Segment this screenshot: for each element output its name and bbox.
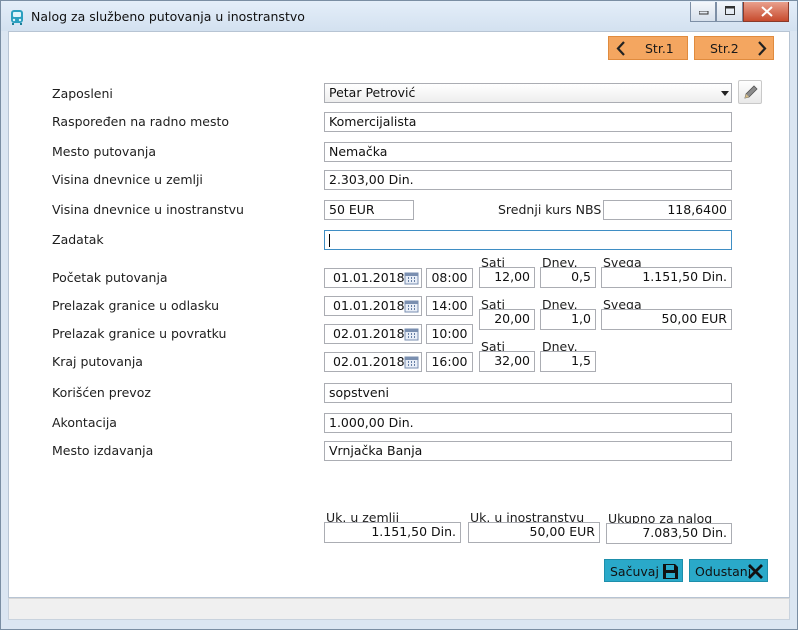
mesto-putovanja-label: Mesto putovanja xyxy=(52,144,157,159)
odlazak-date-field[interactable]: 01.01.2018 xyxy=(324,296,422,316)
calendar-icon[interactable] xyxy=(404,355,420,369)
mesto-izdavanja-label: Mesto izdavanja xyxy=(52,443,154,458)
kurs-label: Srednji kurs NBS xyxy=(498,202,602,217)
dnevnica-ino-field[interactable]: 50 EUR xyxy=(324,200,414,220)
povratak-date-field[interactable]: 02.01.2018 xyxy=(324,324,422,344)
sati-field[interactable]: 32,00 xyxy=(479,351,535,372)
save-button[interactable]: Sačuvaj xyxy=(604,559,683,582)
page1-button[interactable]: Str.1 xyxy=(608,36,688,60)
mesto-izdavanja-field[interactable]: Vrnjačka Banja xyxy=(324,441,732,461)
calendar-icon[interactable] xyxy=(404,299,420,313)
minimize-icon xyxy=(699,11,709,15)
cancel-label: Odustani xyxy=(695,564,752,579)
pocetak-time-field[interactable]: 08:00 xyxy=(426,268,473,288)
pocetak-date: 01.01.2018 xyxy=(333,270,405,285)
chevron-down-icon xyxy=(721,91,729,96)
zaposleni-label: Zaposleni xyxy=(52,86,113,101)
mesto-putovanja-field[interactable]: Nemačka xyxy=(324,142,732,162)
minimize-button[interactable] xyxy=(690,2,716,22)
edit-employee-button[interactable] xyxy=(738,80,762,104)
svega-field[interactable]: 1.151,50 Din. xyxy=(601,267,732,288)
bus-icon xyxy=(11,10,23,25)
dnev-field[interactable]: 1,5 xyxy=(540,351,596,372)
zadatak-label: Zadatak xyxy=(52,232,104,247)
close-x-icon xyxy=(748,564,763,579)
dnevnica-zemlja-label: Visina dnevnice u zemlji xyxy=(52,172,203,187)
zaposleni-value: Petar Petrović xyxy=(329,85,416,100)
raspored-field[interactable]: Komercijalista xyxy=(324,112,732,132)
status-bar xyxy=(8,598,790,620)
kraj-label: Kraj putovanja xyxy=(52,354,143,369)
kraj-date-field[interactable]: 02.01.2018 xyxy=(324,352,422,372)
povratak-date: 02.01.2018 xyxy=(333,326,405,341)
kraj-time-field[interactable]: 16:00 xyxy=(426,352,473,372)
pocetak-label: Početak putovanja xyxy=(52,270,168,285)
akontacija-field[interactable]: 1.000,00 Din. xyxy=(324,413,732,433)
dnevnica-ino-label: Visina dnevnice u inostranstvu xyxy=(52,202,244,217)
sati-field[interactable]: 12,00 xyxy=(479,267,535,288)
odlazak-time-field[interactable]: 14:00 xyxy=(426,296,473,316)
chevron-right-icon xyxy=(758,41,767,56)
dnevnica-zemlja-field[interactable]: 2.303,00 Din. xyxy=(324,170,732,190)
maximize-icon xyxy=(725,6,735,15)
calendar-icon[interactable] xyxy=(404,327,420,341)
dnev-field[interactable]: 1,0 xyxy=(540,309,596,330)
total-ino-field[interactable]: 50,00 EUR xyxy=(468,522,600,543)
prevoz-field[interactable]: sopstveni xyxy=(324,383,732,403)
povratak-time-field[interactable]: 10:00 xyxy=(426,324,473,344)
floppy-disk-icon xyxy=(663,564,678,579)
zadatak-field[interactable] xyxy=(324,230,732,250)
page1-label: Str.1 xyxy=(645,41,674,56)
odlazak-label: Prelazak granice u odlasku xyxy=(52,298,220,313)
maximize-button[interactable] xyxy=(716,2,743,22)
povratak-label: Prelazak granice u povratku xyxy=(52,326,227,341)
calendar-icon[interactable] xyxy=(404,271,420,285)
zaposleni-select[interactable]: Petar Petrović xyxy=(324,83,732,103)
save-label: Sačuvaj xyxy=(610,564,659,579)
pocetak-date-field[interactable]: 01.01.2018 xyxy=(324,268,422,288)
text-caret xyxy=(329,234,330,247)
close-icon xyxy=(761,6,773,17)
total-zemlja-field[interactable]: 1.151,50 Din. xyxy=(324,522,461,543)
sati-field[interactable]: 20,00 xyxy=(479,309,535,330)
dnev-field[interactable]: 0,5 xyxy=(540,267,596,288)
cancel-button[interactable]: Odustani xyxy=(689,559,768,582)
total-ukupno-field[interactable]: 7.083,50 Din. xyxy=(606,523,732,544)
title-bar[interactable]: Nalog za službeno putovanja u inostranst… xyxy=(1,1,797,31)
window-title: Nalog za službeno putovanja u inostranst… xyxy=(31,9,305,24)
svega-field[interactable]: 50,00 EUR xyxy=(601,309,732,330)
prevoz-label: Korišćen prevoz xyxy=(52,385,151,400)
raspored-label: Raspoređen na radno mesto xyxy=(52,114,230,129)
kraj-date: 02.01.2018 xyxy=(333,354,405,369)
page2-label: Str.2 xyxy=(710,41,739,56)
close-button[interactable] xyxy=(743,2,789,22)
akontacija-label: Akontacija xyxy=(52,415,117,430)
chevron-left-icon xyxy=(616,41,625,56)
pencil-icon xyxy=(744,85,758,99)
odlazak-date: 01.01.2018 xyxy=(333,298,405,313)
kurs-field[interactable]: 118,6400 xyxy=(603,200,732,220)
page2-button[interactable]: Str.2 xyxy=(694,36,774,60)
